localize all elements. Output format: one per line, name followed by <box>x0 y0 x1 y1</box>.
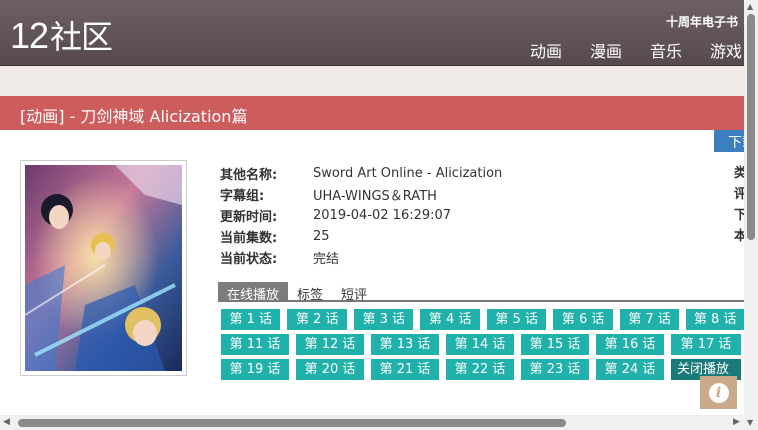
info-label: 字幕组: <box>220 189 265 204</box>
vertical-scroll-thumb[interactable] <box>747 14 755 240</box>
page-title: [动画] - 刀剑神域 Alicization篇 <box>20 107 248 126</box>
episode-button[interactable]: 第 8 话 <box>686 309 744 330</box>
main-content: 下载 其他名称: Sword Art Online - Alicization … <box>0 130 754 415</box>
episode-button[interactable]: 第 15 话 <box>521 334 589 355</box>
tab-online-play[interactable]: 在线播放 <box>218 282 289 303</box>
info-label: 当前状态: <box>220 252 278 267</box>
site-logo[interactable]: 12社区 <box>10 12 113 58</box>
horizontal-scrollbar[interactable]: ◀ ▶ <box>0 416 744 430</box>
episode-button[interactable]: 第 14 话 <box>446 334 514 355</box>
episode-button[interactable]: 第 6 话 <box>553 309 613 330</box>
info-label: 其他名称: <box>220 168 278 183</box>
nav-item-anime[interactable]: 动画 <box>530 38 562 62</box>
scroll-right-arrow-icon[interactable]: ▶ <box>733 417 740 427</box>
info-row: 当前状态: 完结 <box>220 247 502 268</box>
tab-short-reviews[interactable]: 短评 <box>332 282 376 303</box>
vertical-scrollbar[interactable]: ▲ ▼ <box>744 0 758 430</box>
episode-button[interactable]: 第 19 话 <box>221 359 289 380</box>
info-row: 其他名称: Sword Art Online - Alicization <box>220 163 502 184</box>
content-tabs: 在线播放 标签 短评 <box>218 282 748 303</box>
episode-button[interactable]: 第 7 话 <box>619 309 680 330</box>
episode-button[interactable]: 第 20 话 <box>296 359 364 380</box>
scroll-left-arrow-icon[interactable]: ◀ <box>3 417 10 427</box>
info-value: UHA-WINGS＆RATH <box>313 189 437 204</box>
logo-number: 12 <box>10 15 49 56</box>
info-label: 更新时间: <box>220 210 278 225</box>
episode-row: 第 11 话 第 12 话 第 13 话 第 14 话 第 15 话 第 16 … <box>221 334 751 359</box>
info-value: 25 <box>313 229 330 244</box>
nav-item-music[interactable]: 音乐 <box>650 38 682 62</box>
info-row: 更新时间: 2019-04-02 16:29:07 <box>220 205 502 226</box>
anime-info: 其他名称: Sword Art Online - Alicization 字幕组… <box>220 163 502 268</box>
info-value: 完结 <box>313 252 340 267</box>
title-bar: [动画] - 刀剑神域 Alicization篇 <box>0 96 758 130</box>
episode-button[interactable]: 第 16 话 <box>596 334 664 355</box>
horizontal-scroll-thumb[interactable] <box>18 419 566 427</box>
episode-button[interactable]: 第 17 话 <box>671 334 741 355</box>
episode-button[interactable]: 第 12 话 <box>296 334 364 355</box>
episode-button[interactable]: 第 23 话 <box>521 359 589 380</box>
episode-button[interactable]: 第 24 话 <box>596 359 664 380</box>
episode-button[interactable]: 第 4 话 <box>420 309 480 330</box>
main-nav: 动画 漫画 音乐 游戏 <box>502 38 742 62</box>
logo-text: 社区 <box>50 18 113 56</box>
poster-image <box>25 165 182 371</box>
nav-item-games[interactable]: 游戏 <box>710 38 742 62</box>
episode-button[interactable]: 第 3 话 <box>353 309 414 330</box>
episode-button[interactable]: 第 2 话 <box>287 309 347 330</box>
episode-button[interactable]: 第 13 话 <box>371 334 439 355</box>
anniversary-link[interactable]: 十周年电子书 <box>666 13 738 30</box>
info-row: 字幕组: UHA-WINGS＆RATH <box>220 184 502 205</box>
info-label: 当前集数: <box>220 231 278 246</box>
episode-row: 第 19 话 第 20 话 第 21 话 第 22 话 第 23 话 第 24 … <box>221 359 751 384</box>
episode-list: 第 1 话 第 2 话 第 3 话 第 4 话 第 5 话 第 6 话 第 7 … <box>221 309 751 384</box>
episode-button[interactable]: 第 5 话 <box>486 309 547 330</box>
nav-item-manga[interactable]: 漫画 <box>590 38 622 62</box>
poster-frame <box>20 160 187 376</box>
site-header: 12社区 十周年电子书 动画 漫画 音乐 游戏 <box>0 0 758 66</box>
episode-row: 第 1 话 第 2 话 第 3 话 第 4 话 第 5 话 第 6 话 第 7 … <box>221 309 751 334</box>
episode-button[interactable]: 第 11 话 <box>221 334 289 355</box>
info-value: Sword Art Online - Alicization <box>313 166 503 181</box>
tab-tags[interactable]: 标签 <box>288 282 332 303</box>
info-row: 当前集数: 25 <box>220 226 502 247</box>
episode-button[interactable]: 第 21 话 <box>371 359 439 380</box>
info-value: 2019-04-02 16:29:07 <box>313 208 452 223</box>
scroll-down-arrow-icon[interactable]: ▼ <box>747 418 753 427</box>
scroll-up-arrow-icon[interactable]: ▲ <box>747 2 753 11</box>
info-button[interactable]: i <box>700 376 737 409</box>
episode-button[interactable]: 第 22 话 <box>446 359 514 380</box>
info-icon: i <box>708 382 729 403</box>
episode-button[interactable]: 第 1 话 <box>221 309 281 330</box>
